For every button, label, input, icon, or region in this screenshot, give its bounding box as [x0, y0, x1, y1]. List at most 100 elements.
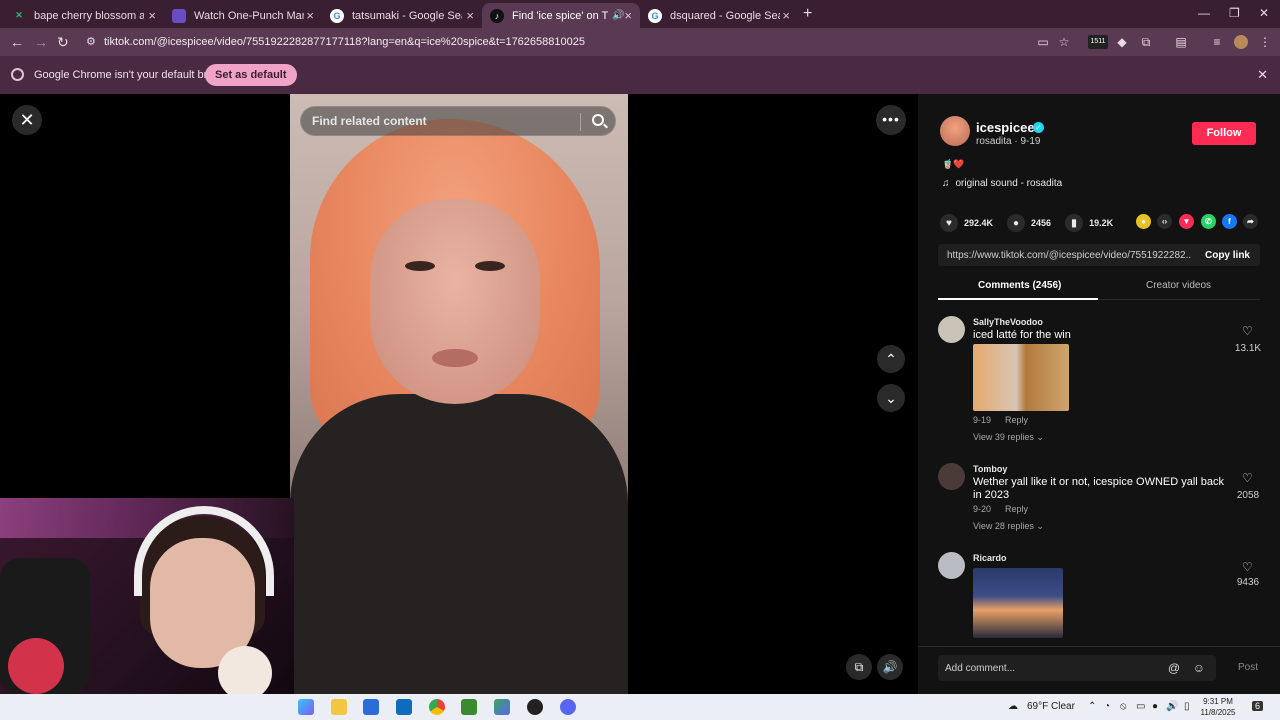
cast-icon[interactable]: ▭	[1036, 35, 1050, 49]
kebab-menu-icon[interactable]: ⋮	[1258, 35, 1272, 49]
tab-stockx[interactable]: ✕ bape cherry blossom at StockX ×	[4, 3, 164, 28]
close-tab-icon[interactable]: ×	[624, 8, 632, 23]
heart-outline-icon[interactable]: ♡	[1242, 324, 1253, 338]
clock-date: 11/8/2025	[1200, 708, 1236, 717]
next-video-button[interactable]: ⌄	[877, 384, 905, 412]
obs-icon[interactable]	[527, 699, 543, 715]
coin-share-icon[interactable]: ●	[1136, 214, 1151, 229]
extension-icon[interactable]: ◆	[1115, 35, 1129, 49]
follow-button[interactable]: Follow	[1192, 122, 1256, 145]
file-explorer-icon[interactable]	[331, 699, 347, 715]
volume-icon[interactable]: 🔊	[877, 654, 903, 680]
comment-image[interactable]	[973, 568, 1063, 638]
profile-avatar[interactable]	[1234, 35, 1248, 49]
set-as-default-button[interactable]: Set as default	[205, 64, 297, 86]
close-tab-icon[interactable]: ×	[306, 8, 314, 23]
bookmark-icon[interactable]: ▮	[1065, 214, 1084, 232]
system-clock[interactable]: 9:31 PM 11/8/2025	[1198, 696, 1238, 718]
tray-chevron-icon[interactable]: ⌃	[1088, 701, 1096, 712]
related-search-input[interactable]: Find related content	[300, 106, 616, 136]
emoji-icon[interactable]: ☺	[1193, 661, 1205, 675]
comment-image[interactable]	[973, 344, 1069, 411]
tab-creator-videos[interactable]: Creator videos	[1146, 280, 1211, 291]
commenter-avatar[interactable]	[938, 463, 965, 490]
tab-comments[interactable]: Comments (2456)	[978, 280, 1061, 291]
reply-button[interactable]: Reply	[1005, 504, 1028, 514]
send-share-icon[interactable]: ▼	[1179, 214, 1194, 229]
heart-outline-icon[interactable]: ♡	[1242, 560, 1253, 574]
reply-button[interactable]: Reply	[1005, 415, 1028, 425]
commenter-avatar[interactable]	[938, 316, 965, 343]
weather-text[interactable]: 69°F Clear	[1027, 701, 1075, 712]
active-tab-indicator	[938, 298, 1098, 300]
close-tab-icon[interactable]: ×	[148, 8, 156, 23]
restore-icon[interactable]: ❐	[1229, 6, 1240, 20]
menu-list-icon[interactable]: ≡	[1210, 35, 1224, 49]
minimize-icon[interactable]: —	[1198, 6, 1210, 20]
tab-one-punch[interactable]: Watch One-Punch Man full HD ×	[164, 3, 322, 28]
app-icon[interactable]	[494, 699, 510, 715]
share-arrow-icon[interactable]: ➦	[1243, 214, 1258, 229]
comment-icon[interactable]: ●	[1007, 214, 1026, 232]
close-icon[interactable]: ✕	[1257, 67, 1268, 83]
sound-link[interactable]: ♫ original sound - rosadita	[942, 178, 1062, 189]
address-bar[interactable]: ⚙ tiktok.com/@icespicee/video/7551922282…	[80, 31, 1020, 53]
tab-tatsumaki[interactable]: G tatsumaki - Google Search ×	[322, 3, 482, 28]
more-options-button[interactable]: •••	[876, 105, 906, 135]
battery-icon[interactable]: ▯	[1184, 701, 1190, 712]
mention-icon[interactable]: @	[1168, 661, 1180, 675]
outlook-icon[interactable]	[396, 699, 412, 715]
creator-avatar[interactable]	[940, 116, 970, 146]
whatsapp-icon[interactable]: ✆	[1201, 214, 1216, 229]
close-video-button[interactable]: ✕	[12, 105, 42, 135]
floating-player-icon[interactable]: ⧉	[846, 654, 872, 680]
bookmark-star-icon[interactable]: ☆	[1057, 35, 1071, 49]
url-text: tiktok.com/@icespicee/video/755192228287…	[104, 36, 585, 48]
tray-app-icon[interactable]: ◔	[1104, 701, 1110, 712]
view-replies-button[interactable]: View 39 replies ⌄	[973, 432, 1044, 443]
tray-app-icon[interactable]: ⦸	[1120, 701, 1127, 712]
speaker-icon[interactable]: 🔊	[1166, 701, 1178, 712]
video-player[interactable]	[290, 94, 628, 694]
post-button[interactable]: Post	[1238, 662, 1258, 673]
forward-icon[interactable]: →	[34, 34, 48, 50]
commenter-name[interactable]: Tomboy	[973, 464, 1007, 474]
chrome-taskbar-icon[interactable]	[429, 699, 445, 715]
site-info-icon[interactable]: ⚙	[86, 35, 96, 48]
puzzle-icon[interactable]: ⧉	[1139, 35, 1153, 49]
commenter-name[interactable]: SallyTheVoodoo	[973, 317, 1043, 327]
network-icon[interactable]: ▭	[1136, 701, 1145, 712]
heart-outline-icon[interactable]: ♡	[1242, 471, 1253, 485]
close-tab-icon[interactable]: ×	[466, 8, 474, 23]
extension-badge[interactable]: 1511	[1088, 35, 1108, 49]
commenter-name[interactable]: Ricardo	[973, 553, 1007, 563]
store-icon[interactable]	[363, 699, 379, 715]
back-icon[interactable]: ←	[10, 34, 24, 50]
stockx-icon: ✕	[15, 10, 23, 20]
tab-tiktok[interactable]: ♪ Find 'ice spice' on TikTok | T 🔊 ×	[482, 3, 640, 28]
reload-icon[interactable]: ↻	[57, 34, 69, 51]
heart-icon[interactable]: ♥	[940, 214, 958, 232]
view-replies-button[interactable]: View 28 replies ⌄	[973, 521, 1044, 532]
embed-icon[interactable]: ‹›	[1157, 214, 1172, 229]
notification-badge[interactable]: 6	[1252, 701, 1264, 711]
sidepanel-icon[interactable]: ▤	[1174, 35, 1188, 49]
search-icon[interactable]	[592, 114, 604, 126]
comment-date: 9-20	[973, 504, 992, 514]
minecraft-icon[interactable]	[461, 699, 477, 715]
facebook-icon[interactable]: f	[1222, 214, 1237, 229]
close-window-icon[interactable]: ✕	[1259, 6, 1269, 20]
mic-icon[interactable]: ●	[1152, 701, 1158, 712]
new-tab-button[interactable]: +	[803, 5, 812, 23]
previous-video-button[interactable]: ⌃	[877, 345, 905, 373]
copilot-icon[interactable]	[298, 699, 314, 715]
tab-dsquared[interactable]: G dsquared - Google Search ×	[640, 3, 798, 28]
discord-icon[interactable]	[560, 699, 576, 715]
add-comment-input[interactable]: Add comment... @ ☺	[938, 655, 1216, 681]
copy-link-button[interactable]: Copy link	[1205, 250, 1250, 261]
close-tab-icon[interactable]: ×	[782, 8, 790, 23]
commenter-avatar[interactable]	[938, 552, 965, 579]
audio-playing-icon[interactable]: 🔊	[612, 10, 624, 21]
creator-username[interactable]: icespicee	[976, 120, 1035, 135]
weather-icon[interactable]: ☁	[1008, 701, 1018, 712]
